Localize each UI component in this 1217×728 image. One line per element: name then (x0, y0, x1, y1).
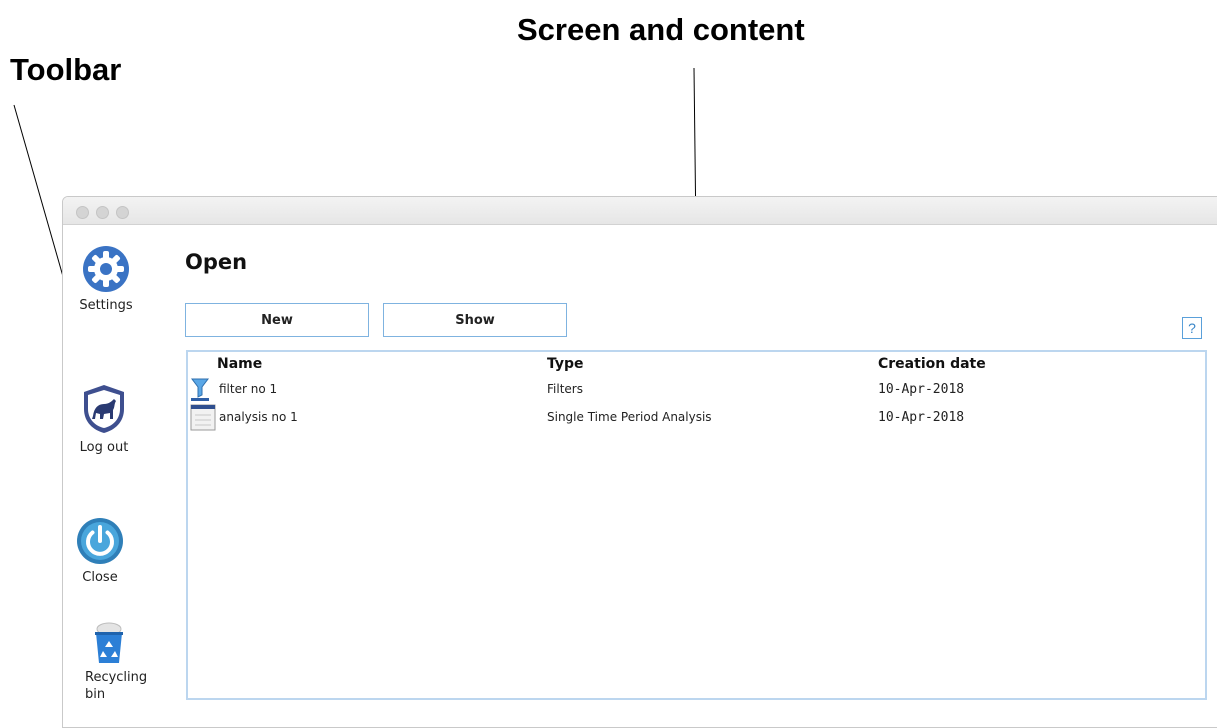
screen-and-content-annotation: Screen and content (517, 12, 805, 47)
column-header-creation-date[interactable]: Creation date (878, 356, 986, 372)
power-icon (77, 518, 123, 564)
gear-icon (83, 246, 129, 292)
table-row[interactable]: analysis no 1 Single Time Period Analysi… (188, 404, 1205, 431)
row-type: Filters (547, 382, 583, 396)
column-header-name[interactable]: Name (217, 356, 262, 372)
recycle-bin-icon (95, 622, 123, 663)
filter-funnel-icon (191, 378, 209, 401)
toolbar-item-recycling-bin[interactable]: Recycling bin (65, 621, 148, 703)
toolbar-item-settings[interactable]: Settings (63, 245, 151, 314)
row-type: Single Time Period Analysis (547, 410, 712, 424)
toolbar-item-logout[interactable]: Log out (63, 383, 149, 456)
table-row[interactable]: filter no 1 Filters 10-Apr-2018 (188, 376, 1205, 402)
shield-panther-icon (84, 385, 124, 433)
show-button[interactable]: Show (383, 303, 567, 337)
toolbar-item-close[interactable]: Close (63, 517, 145, 586)
row-creation-date: 10-Apr-2018 (878, 382, 965, 397)
page-title: Open (185, 250, 248, 274)
recycling-bin-label: Recycling bin (85, 670, 148, 702)
logout-label: Log out (79, 440, 129, 455)
help-button[interactable]: ? (1182, 317, 1202, 339)
file-list[interactable]: Name Type Creation date filter no 1 Filt… (186, 350, 1207, 700)
document-icon (190, 404, 216, 431)
settings-label: Settings (79, 298, 133, 313)
row-name: analysis no 1 (219, 410, 298, 424)
row-name: filter no 1 (219, 382, 278, 396)
row-creation-date: 10-Apr-2018 (878, 410, 965, 425)
close-label: Close (82, 570, 118, 585)
toolbar-annotation: Toolbar (10, 52, 122, 87)
window-maximize-dot[interactable] (116, 206, 129, 219)
new-button[interactable]: New (185, 303, 369, 337)
title-bar (63, 197, 1217, 225)
column-header-type[interactable]: Type (547, 356, 584, 372)
window-close-dot[interactable] (76, 206, 89, 219)
app-window: Settings Log out Close Recycling bin Ope… (62, 196, 1217, 728)
window-minimize-dot[interactable] (96, 206, 109, 219)
